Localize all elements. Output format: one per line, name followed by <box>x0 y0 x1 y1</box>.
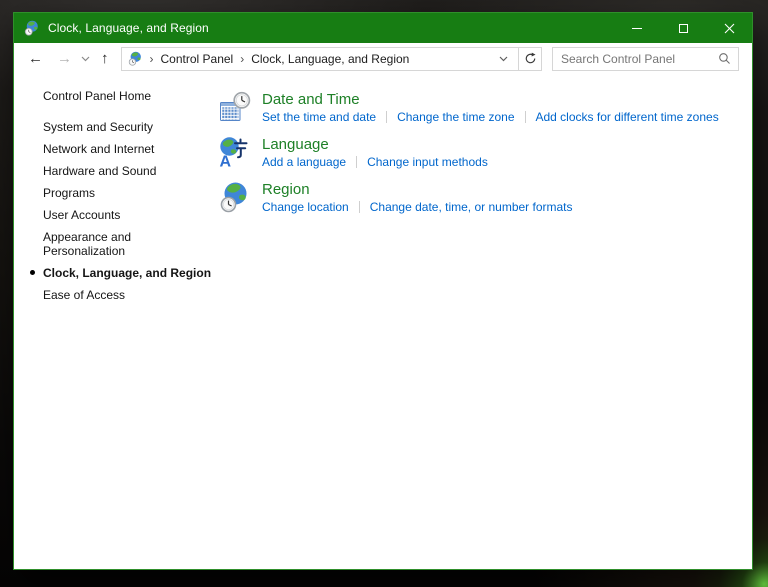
date-and-time-icon <box>220 91 251 121</box>
window-title: Clock, Language, and Region <box>48 21 209 35</box>
minimize-button[interactable] <box>614 13 660 43</box>
language-icon: A <box>220 137 248 169</box>
app-clock-globe-icon <box>24 20 39 36</box>
search-box <box>552 46 739 71</box>
region-links: Change location Change date, time, or nu… <box>262 200 573 214</box>
link-set-the-time-and-date[interactable]: Set the time and date <box>262 110 376 124</box>
link-change-location[interactable]: Change location <box>262 200 349 214</box>
control-panel-icon <box>128 51 141 66</box>
back-button[interactable]: ← <box>21 51 50 66</box>
link-add-clocks-for-different-time-zones[interactable]: Add clocks for different time zones <box>536 110 719 124</box>
history-dropdown-button[interactable] <box>79 56 94 62</box>
up-button[interactable]: ↑ <box>94 51 116 66</box>
language-links: Add a language Change input methods <box>262 155 488 169</box>
section-date-and-time: Date and Time Set the time and date Chan… <box>219 90 752 124</box>
sidebar-item-control-panel-home[interactable]: Control Panel Home <box>43 89 201 103</box>
region-heading[interactable]: Region <box>262 180 573 199</box>
chevron-down-icon <box>81 56 90 61</box>
sidebar-item-user-accounts[interactable]: User Accounts <box>43 208 201 222</box>
search-input[interactable] <box>553 51 718 66</box>
address-dropdown-button[interactable] <box>493 56 514 62</box>
sidebar-item-hardware-and-sound[interactable]: Hardware and Sound <box>43 164 201 178</box>
control-panel-window: Clock, Language, and Region ← → ↑ › Cont… <box>13 12 753 570</box>
maximize-button[interactable] <box>660 13 706 43</box>
link-divider <box>524 111 526 123</box>
forward-button[interactable]: → <box>50 51 79 66</box>
breadcrumb-clock-language-region[interactable]: Clock, Language, and Region <box>251 52 409 66</box>
minimize-icon <box>632 27 642 29</box>
region-icon <box>220 181 248 213</box>
language-heading[interactable]: Language <box>262 135 488 154</box>
sidebar-item-ease-of-access[interactable]: Ease of Access <box>43 288 201 302</box>
link-divider <box>358 201 360 213</box>
breadcrumb-control-panel[interactable]: Control Panel <box>161 52 234 66</box>
link-divider <box>386 111 388 123</box>
link-add-a-language[interactable]: Add a language <box>262 155 346 169</box>
window-controls <box>614 13 752 43</box>
section-language: A Language Add a language Change input m… <box>219 135 752 169</box>
category-list: Date and Time Set the time and date Chan… <box>219 89 752 569</box>
title-bar: Clock, Language, and Region <box>14 13 752 43</box>
link-change-date-time-or-number-formats[interactable]: Change date, time, or number formats <box>370 200 573 214</box>
refresh-button[interactable] <box>519 46 542 71</box>
close-icon <box>724 23 734 33</box>
address-bar[interactable]: › Control Panel › Clock, Language, and R… <box>120 46 519 71</box>
content-area: Control Panel Home System and Security N… <box>14 74 752 569</box>
section-region: Region Change location Change date, time… <box>219 180 752 214</box>
sidebar: Control Panel Home System and Security N… <box>14 89 219 569</box>
chevron-down-icon <box>499 56 508 61</box>
link-change-the-time-zone[interactable]: Change the time zone <box>397 110 514 124</box>
sidebar-item-clock-language-region[interactable]: Clock, Language, and Region <box>30 266 211 280</box>
link-divider <box>356 156 358 168</box>
search-icon[interactable] <box>718 52 731 65</box>
sidebar-item-network-and-internet[interactable]: Network and Internet <box>43 142 201 156</box>
breadcrumb-separator: › <box>149 51 154 66</box>
refresh-icon <box>525 52 536 64</box>
maximize-icon <box>678 23 688 33</box>
sidebar-item-system-and-security[interactable]: System and Security <box>43 120 201 134</box>
date-and-time-links: Set the time and date Change the time zo… <box>262 110 719 124</box>
breadcrumb-separator: › <box>240 51 245 66</box>
svg-text:A: A <box>220 154 232 169</box>
navigation-bar: ← → ↑ › Control Panel › Clock, Language,… <box>14 43 752 74</box>
sidebar-item-appearance-and-personalization[interactable]: Appearance and Personalization <box>43 230 201 258</box>
close-button[interactable] <box>706 13 752 43</box>
link-change-input-methods[interactable]: Change input methods <box>367 155 488 169</box>
sidebar-item-programs[interactable]: Programs <box>43 186 201 200</box>
date-and-time-heading[interactable]: Date and Time <box>262 90 719 109</box>
